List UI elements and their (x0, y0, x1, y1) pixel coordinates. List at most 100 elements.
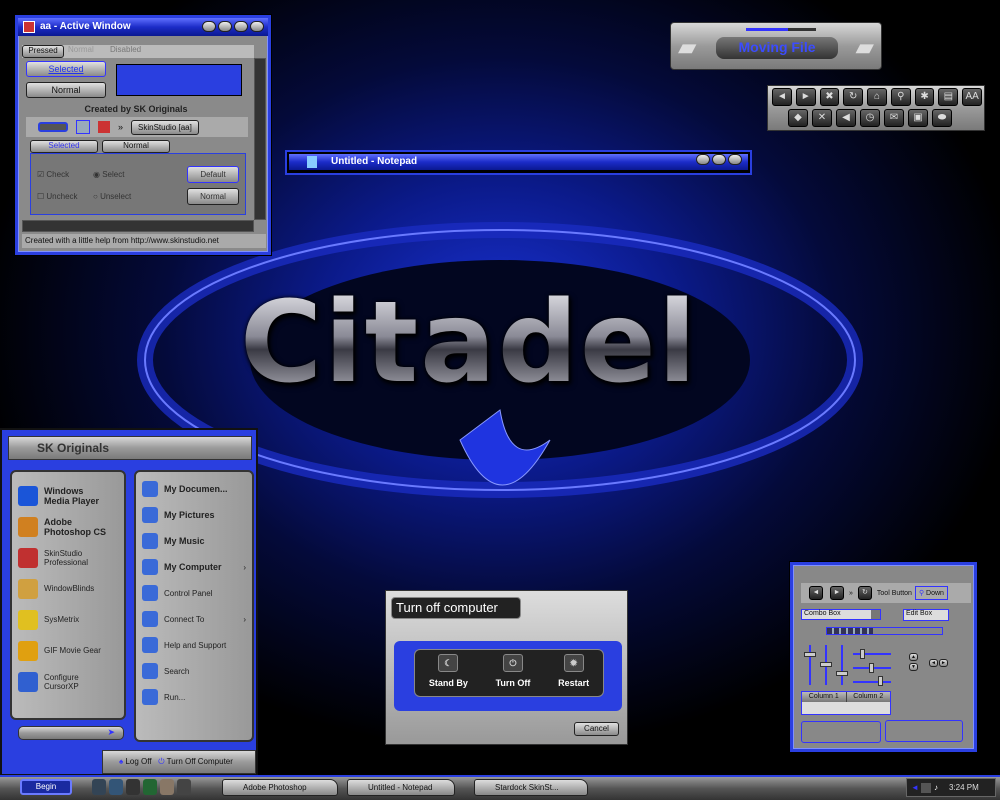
slider-thumb[interactable] (804, 652, 816, 657)
history-icon[interactable]: ◷ (860, 109, 880, 127)
normal-button[interactable]: Normal (26, 82, 106, 98)
check-checkbox[interactable]: ☑ Check (37, 170, 69, 179)
discuss-icon[interactable]: ⬬ (932, 109, 952, 127)
unselect-radio[interactable]: ○ Unselect (93, 192, 131, 201)
print-icon[interactable]: ▤ (938, 88, 959, 106)
blank-launch-icon[interactable] (177, 779, 191, 795)
notepad-maximize-button[interactable] (712, 154, 726, 165)
edit-box[interactable]: Edit Box (903, 609, 949, 621)
inner-tab-normal[interactable]: Normal (102, 140, 170, 153)
tab-pressed[interactable]: Pressed (22, 45, 64, 58)
volume-icon[interactable]: ◀ (836, 109, 856, 127)
start-menu-program[interactable]: SysMetrix (12, 604, 124, 635)
start-menu-place[interactable]: My Documen... (136, 476, 252, 502)
turn-off-computer-button[interactable]: ⏻ Turn Off Computer (158, 757, 233, 766)
column-header-1[interactable]: Column 1 (802, 692, 846, 702)
down-button[interactable]: ⚲ Down (914, 586, 948, 600)
close-button[interactable] (250, 21, 264, 32)
notepad-titlebar[interactable]: Untitled - Notepad (289, 154, 748, 170)
start-menu-place[interactable]: My Pictures (136, 502, 252, 528)
start-menu-program[interactable]: GIF Movie Gear (12, 635, 124, 666)
tray-expand-icon[interactable]: ◄ (911, 779, 919, 796)
combo-box[interactable]: Combo Box (801, 609, 881, 620)
active-window-titlebar[interactable]: aa - Active Window (18, 18, 268, 36)
default-button[interactable]: Default (187, 166, 239, 183)
notepad-close-button[interactable] (728, 154, 742, 165)
forward-icon[interactable]: ► (830, 586, 844, 600)
chevron-icon[interactable]: » (118, 122, 123, 132)
slider-thumb[interactable] (860, 649, 865, 659)
slider-thumb[interactable] (869, 663, 874, 673)
start-menu-place[interactable]: My Music (136, 528, 252, 554)
spin-right-button[interactable]: ► (939, 659, 948, 667)
uncheck-checkbox[interactable]: ☐ Uncheck (37, 192, 78, 201)
shutdown-option-turn-off[interactable]: ⏻ Turn Off (496, 654, 530, 696)
horizontal-sliders[interactable] (853, 649, 893, 686)
log-off-button[interactable]: ♠ Log Off (119, 757, 152, 766)
slider-thumb[interactable] (820, 662, 832, 667)
photoshop-icon[interactable] (160, 779, 174, 795)
shutdown-option-stand-by[interactable]: ☾ Stand By (429, 654, 468, 696)
help-button[interactable] (202, 21, 216, 32)
stop-icon[interactable]: ✖ (819, 88, 840, 106)
tools-icon[interactable]: ✕ (812, 109, 832, 127)
start-menu-program[interactable]: SkinStudio Professional (12, 542, 124, 573)
green-app-icon[interactable] (143, 779, 157, 795)
font-size-icon[interactable]: AA (962, 88, 983, 106)
task-skinstudio[interactable]: Stardock SkinSt... (474, 779, 588, 796)
normal-dialog-button[interactable]: Normal (187, 188, 239, 205)
start-menu-program[interactable]: WindowBlinds (12, 573, 124, 604)
cancel-button[interactable]: Cancel (574, 722, 619, 736)
spin-down-button[interactable]: ▼ (909, 663, 918, 671)
start-menu-program[interactable]: Configure CursorXP (12, 666, 124, 697)
chevron-down-icon[interactable]: » (849, 590, 853, 597)
home-icon[interactable]: ⌂ (867, 88, 887, 106)
skinstudio-icon[interactable] (98, 121, 110, 133)
skinstudio-toolbar-button[interactable]: SkinStudio [aa] (131, 119, 199, 135)
tab-normal[interactable]: Normal (68, 45, 106, 58)
internet-explorer-icon[interactable] (109, 779, 123, 795)
leaf-icon[interactable] (76, 120, 90, 134)
start-menu-place[interactable]: Help and Support (136, 632, 252, 658)
start-menu-place[interactable]: Control Panel (136, 580, 252, 606)
task-notepad[interactable]: Untitled - Notepad (347, 779, 455, 796)
notepad-minimize-button[interactable] (696, 154, 710, 165)
task-photoshop[interactable]: Adobe Photoshop (222, 779, 338, 796)
all-programs-button[interactable]: ➤ (18, 726, 124, 740)
combo-dropdown-icon[interactable] (871, 610, 880, 619)
back-icon[interactable]: ◄ (809, 586, 823, 600)
start-menu-place[interactable]: Run... (136, 684, 252, 710)
search-icon[interactable]: ⚲ (890, 88, 911, 106)
maximize-button[interactable] (234, 21, 248, 32)
tool-button[interactable]: Tool Button (877, 590, 912, 597)
slider-thumb[interactable] (836, 671, 848, 676)
refresh-icon[interactable]: ↻ (843, 88, 864, 106)
toolbar-bar-icon[interactable] (38, 122, 68, 132)
inner-tab-selected[interactable]: Selected (30, 140, 98, 153)
edit-icon[interactable]: ▣ (908, 109, 928, 127)
start-menu-program[interactable]: Windows Media Player (12, 480, 124, 511)
slider-thumb[interactable] (878, 676, 883, 686)
start-menu-place[interactable]: My Computer › (136, 554, 252, 580)
column-header-2[interactable]: Column 2 (845, 692, 891, 702)
folder-icon[interactable]: ◆ (788, 109, 808, 127)
minimize-button[interactable] (218, 21, 232, 32)
mail-icon[interactable]: ✉ (884, 109, 904, 127)
vertical-scrollbar[interactable] (254, 58, 266, 220)
forward-icon[interactable]: ► (795, 88, 816, 106)
start-button[interactable]: Begin (20, 779, 72, 795)
shutdown-option-restart[interactable]: ✹ Restart (558, 654, 589, 696)
spin-left-button[interactable]: ◄ (929, 659, 938, 667)
start-menu-place[interactable]: Search (136, 658, 252, 684)
back-icon[interactable]: ◄ (772, 88, 792, 106)
volume-icon[interactable]: ♪ (934, 779, 938, 796)
start-menu-program[interactable]: Adobe Photoshop CS (12, 511, 124, 542)
spin-up-button[interactable]: ▲ (909, 653, 918, 661)
network-icon[interactable] (921, 783, 931, 793)
shield-icon[interactable] (126, 779, 140, 795)
horizontal-scrollbar[interactable] (22, 220, 254, 232)
selected-button[interactable]: Selected (26, 61, 106, 77)
select-radio[interactable]: ◉ Select (93, 170, 124, 179)
start-menu-place[interactable]: Connect To › (136, 606, 252, 632)
favorites-icon[interactable]: ✱ (914, 88, 935, 106)
